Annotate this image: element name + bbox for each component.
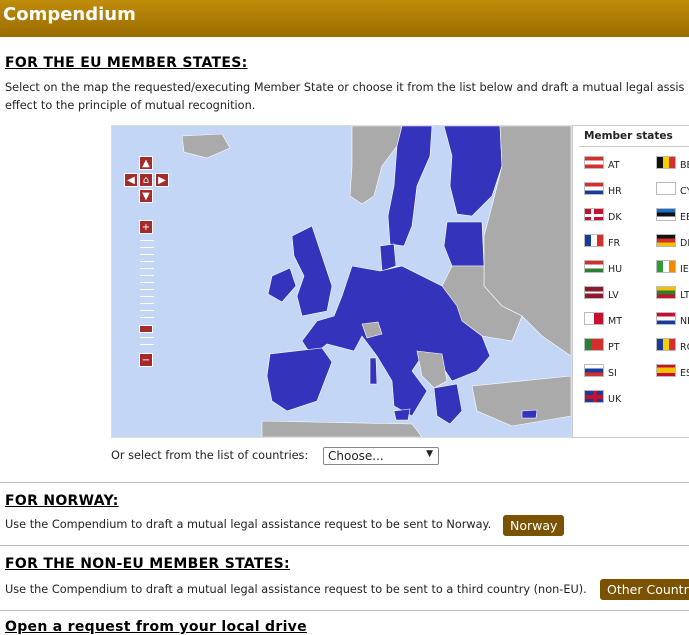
flag-hr-icon bbox=[584, 182, 604, 195]
flag-si-icon bbox=[584, 364, 604, 377]
flag-cy-icon bbox=[656, 182, 676, 195]
flag-be-icon bbox=[656, 156, 676, 169]
map-iberia bbox=[266, 347, 333, 412]
divider bbox=[0, 610, 689, 611]
flag-dk-icon bbox=[584, 208, 604, 221]
map-baltics bbox=[443, 221, 485, 267]
flag-uk-icon bbox=[584, 390, 604, 403]
chevron-down-icon: ▼ bbox=[426, 449, 433, 459]
map-denmark bbox=[379, 243, 397, 272]
flag-de-icon bbox=[656, 234, 676, 247]
flag-nl-icon bbox=[656, 312, 676, 325]
zoom-slider-handle[interactable] bbox=[139, 325, 153, 333]
map-sicily bbox=[393, 408, 411, 421]
flag-es-icon bbox=[656, 364, 676, 377]
legend-title: Member states bbox=[584, 130, 673, 142]
pan-down-icon[interactable]: ▼ bbox=[139, 189, 153, 203]
divider bbox=[0, 482, 689, 483]
flag-ee-icon bbox=[656, 208, 676, 221]
eu-heading: FOR THE EU MEMBER STATES: bbox=[5, 55, 248, 71]
non-eu-heading: FOR THE NON-EU MEMBER STATES: bbox=[5, 556, 290, 572]
select-label: Or select from the list of countries: bbox=[111, 449, 309, 462]
local-drive-heading: Open a request from your local drive bbox=[5, 619, 307, 635]
non-eu-description: Use the Compendium to draft a mutual leg… bbox=[5, 583, 587, 596]
zoom-out-button[interactable]: − bbox=[139, 353, 153, 367]
norway-heading: FOR NORWAY: bbox=[5, 493, 119, 509]
pan-right-icon[interactable]: ▶ bbox=[155, 173, 169, 187]
flag-hu-icon bbox=[584, 260, 604, 273]
europe-map[interactable] bbox=[111, 125, 572, 438]
other-countries-button[interactable]: Other Countri bbox=[600, 579, 689, 600]
eu-description-line1: Select on the map the requested/executin… bbox=[5, 81, 685, 94]
map-balkans bbox=[416, 350, 448, 389]
pan-up-icon[interactable]: ▲ bbox=[139, 156, 153, 170]
pan-left-icon[interactable]: ◀ bbox=[124, 173, 138, 187]
map-turkey bbox=[471, 375, 571, 427]
flag-lv-icon bbox=[584, 286, 604, 299]
country-select[interactable]: Choose... ▼ bbox=[323, 447, 439, 465]
home-icon[interactable]: ⌂ bbox=[139, 173, 153, 187]
flag-at-icon bbox=[584, 156, 604, 169]
flag-pt-icon bbox=[584, 338, 604, 351]
app-title: Compendium bbox=[3, 4, 136, 25]
flag-ie-icon bbox=[656, 260, 676, 273]
map-north-africa bbox=[261, 420, 423, 437]
member-states-legend: Member states AT HR DK FR HU LV MT PT SI… bbox=[572, 125, 689, 438]
map-cyprus bbox=[521, 409, 538, 419]
map-iceland bbox=[181, 133, 231, 159]
zoom-in-button[interactable]: + bbox=[139, 220, 153, 234]
flag-ro-icon bbox=[656, 338, 676, 351]
map-uk bbox=[291, 225, 333, 317]
map-greece bbox=[433, 383, 463, 425]
divider bbox=[0, 545, 689, 546]
flag-mt-icon bbox=[584, 312, 604, 325]
map-ireland bbox=[267, 267, 297, 303]
eu-description-line2: effect to the principle of mutual recogn… bbox=[5, 99, 256, 112]
app-header: Compendium bbox=[0, 0, 689, 37]
norway-description: Use the Compendium to draft a mutual leg… bbox=[5, 518, 492, 531]
country-select-value: Choose... bbox=[328, 449, 384, 463]
map-corsica-sardinia bbox=[369, 357, 378, 385]
flag-lt-icon bbox=[656, 286, 676, 299]
flag-fr-icon bbox=[584, 234, 604, 247]
map-svg bbox=[181, 126, 571, 437]
norway-button[interactable]: Norway bbox=[503, 515, 565, 536]
